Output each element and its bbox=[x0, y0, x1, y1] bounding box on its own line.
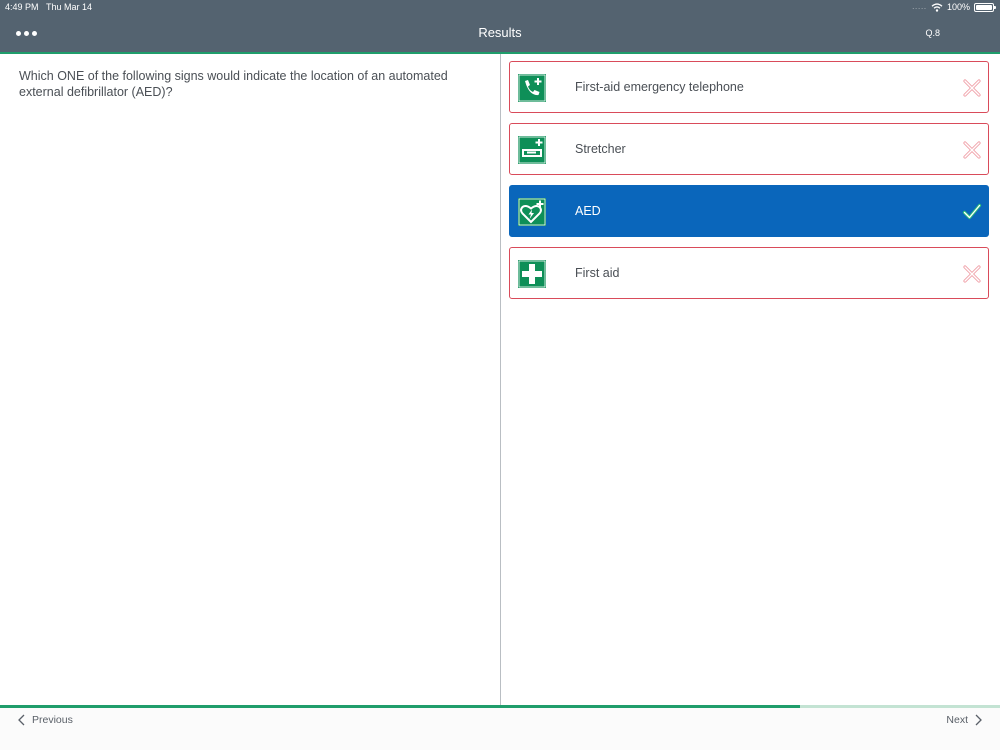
page-title: Results bbox=[478, 25, 522, 40]
previous-label: Previous bbox=[32, 714, 73, 726]
status-right: ..... 100% bbox=[912, 2, 996, 12]
question-number: Q.8 bbox=[925, 28, 940, 38]
incorrect-x-icon bbox=[963, 141, 981, 159]
answer-option-stretcher[interactable]: Stretcher bbox=[509, 123, 989, 175]
answer-option-aed[interactable]: AED bbox=[509, 185, 989, 237]
answer-label: AED bbox=[575, 204, 601, 218]
chevron-left-icon bbox=[18, 714, 25, 726]
answer-option-emergency-telephone[interactable]: First-aid emergency telephone bbox=[509, 61, 989, 113]
battery-icon bbox=[974, 2, 996, 12]
bottom-navigation: Previous Next bbox=[0, 708, 1000, 750]
emergency-telephone-sign-icon bbox=[518, 74, 546, 102]
app-header: Results Q.8 bbox=[0, 14, 1000, 54]
next-button[interactable]: Next bbox=[946, 714, 984, 726]
status-time-text: 4:49 PM bbox=[5, 2, 39, 12]
correct-check-icon bbox=[962, 203, 982, 220]
answer-label: First-aid emergency telephone bbox=[575, 80, 744, 94]
incorrect-x-icon bbox=[963, 265, 981, 283]
answer-option-first-aid[interactable]: First aid bbox=[509, 247, 989, 299]
next-label: Next bbox=[946, 714, 968, 726]
answers-pane: First-aid emergency telephone Stretcher bbox=[501, 54, 1000, 705]
stretcher-sign-icon bbox=[518, 136, 546, 164]
question-text: Which ONE of the following signs would i… bbox=[19, 69, 448, 99]
incorrect-x-icon bbox=[963, 79, 981, 97]
aed-sign-icon bbox=[518, 198, 546, 226]
answer-label: Stretcher bbox=[575, 142, 626, 156]
chevron-right-icon bbox=[975, 714, 982, 726]
status-time: 4:49 PM Thu Mar 14 bbox=[5, 2, 92, 12]
first-aid-sign-icon bbox=[518, 260, 546, 288]
battery-percent: 100% bbox=[946, 2, 970, 12]
status-date-text: Thu Mar 14 bbox=[46, 2, 93, 12]
previous-button[interactable]: Previous bbox=[16, 714, 73, 726]
signal-indicator: ..... bbox=[912, 3, 927, 11]
answer-label: First aid bbox=[575, 266, 620, 280]
status-bar: 4:49 PM Thu Mar 14 ..... 100% bbox=[0, 0, 1000, 14]
wifi-icon bbox=[931, 2, 943, 12]
question-pane: Which ONE of the following signs would i… bbox=[0, 54, 501, 705]
